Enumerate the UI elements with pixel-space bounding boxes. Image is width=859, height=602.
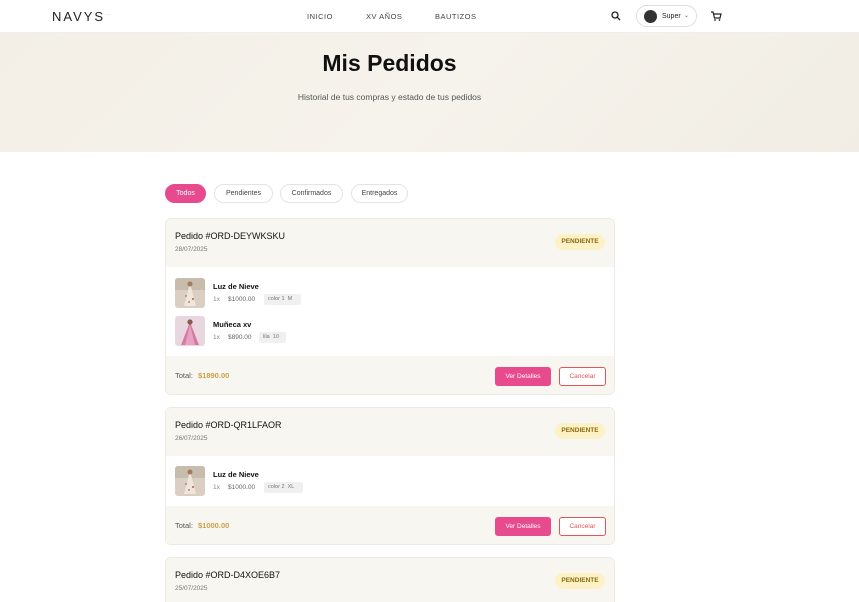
nav-item-inicio[interactable]: INICIO: [307, 12, 333, 21]
order-footer: Total: $1000.00 Ver Detalles Cancelar: [166, 506, 614, 544]
order-item: Luz de Nieve 1x $1000.00 color 2 XL: [175, 466, 595, 498]
product-quantity: 1x: [213, 484, 220, 491]
order-card: Pedido #ORD-D4XOE6B7 25/07/2025 PENDIENT…: [165, 557, 615, 602]
site-header: NAVYS ᐧᐧ ᐧᐧ INICIO XV AÑOS BAUTIZOS Supe…: [0, 0, 859, 33]
status-badge: PENDIENTE: [555, 423, 605, 439]
variant-chip: color 2 XL: [264, 482, 303, 493]
product-thumbnail[interactable]: [175, 278, 205, 308]
product-name[interactable]: Luz de Nieve: [213, 282, 259, 291]
search-icon[interactable]: [610, 10, 622, 22]
total-label: Total:: [175, 521, 193, 530]
view-details-button[interactable]: Ver Detalles: [495, 367, 551, 386]
cancel-order-button[interactable]: Cancelar: [559, 517, 606, 536]
logo-decoration: ᐧᐧ ᐧᐧ: [98, 12, 113, 19]
order-date: 25/07/2025: [175, 585, 208, 592]
order-date: 28/07/2025: [175, 246, 208, 253]
order-date: 26/07/2025: [175, 435, 208, 442]
view-details-button[interactable]: Ver Detalles: [495, 517, 551, 536]
product-price: $1000.00: [228, 296, 256, 303]
order-header: Pedido #ORD-D4XOE6B7 25/07/2025 PENDIENT…: [166, 558, 614, 602]
tab-entregados[interactable]: Entregados: [351, 184, 408, 203]
total-label: Total:: [175, 371, 193, 380]
page-hero: Mis Pedidos Historial de tus compras y e…: [0, 33, 859, 152]
user-name: Super: [662, 13, 681, 20]
product-thumbnail[interactable]: [175, 466, 205, 496]
product-thumbnail[interactable]: [175, 316, 205, 346]
order-card: Pedido #ORD-QR1LFAOR 26/07/2025 PENDIENT…: [165, 407, 615, 545]
product-quantity: 1x: [213, 296, 220, 303]
variant-chip: color 1 M: [264, 294, 301, 305]
order-footer: Total: $1890.00 Ver Detalles Cancelar: [166, 356, 614, 394]
status-badge: PENDIENTE: [555, 573, 605, 589]
order-header: Pedido #ORD-QR1LFAOR 26/07/2025 PENDIENT…: [166, 408, 614, 456]
order-item: Muñeca xv 1x $890.00 lila 10: [175, 316, 595, 348]
product-name[interactable]: Muñeca xv: [213, 320, 251, 329]
variant-chip: lila 10: [259, 332, 286, 343]
order-card: Pedido #ORD-DEYWKSKU 28/07/2025 PENDIENT…: [165, 218, 615, 395]
variant-color: lila: [263, 334, 270, 340]
order-total: $1890.00: [198, 371, 230, 380]
product-name[interactable]: Luz de Nieve: [213, 470, 259, 479]
cart-icon[interactable]: [710, 10, 722, 22]
cancel-order-button[interactable]: Cancelar: [559, 367, 606, 386]
tab-confirmados[interactable]: Confirmados: [280, 184, 343, 203]
tab-todos[interactable]: Todos: [165, 184, 206, 203]
nav-item-bautizos[interactable]: BAUTIZOS: [435, 12, 477, 21]
order-id: Pedido #ORD-QR1LFAOR: [175, 420, 282, 430]
status-badge: PENDIENTE: [555, 234, 605, 250]
variant-size: XL: [287, 484, 295, 490]
nav-item-xv-anos[interactable]: XV AÑOS: [366, 12, 402, 21]
tab-pendientes[interactable]: Pendientes: [214, 184, 273, 203]
order-id: Pedido #ORD-D4XOE6B7: [175, 570, 281, 580]
page-title: Mis Pedidos: [322, 50, 457, 76]
order-header: Pedido #ORD-DEYWKSKU 28/07/2025 PENDIENT…: [166, 219, 614, 267]
user-menu-button[interactable]: Super ⌄: [636, 5, 697, 27]
variant-size: 10: [272, 334, 279, 340]
product-price: $1000.00: [228, 484, 256, 491]
variant-color: color 1: [268, 296, 285, 302]
avatar: [644, 10, 657, 23]
chevron-down-icon: ⌄: [684, 13, 690, 19]
variant-size: M: [287, 296, 293, 302]
variant-color: color 2: [268, 484, 285, 490]
order-id: Pedido #ORD-DEYWKSKU: [175, 231, 286, 241]
product-price: $890.00: [228, 334, 252, 341]
page-subtitle: Historial de tus compras y estado de tus…: [297, 92, 482, 102]
order-total: $1000.00: [198, 521, 230, 530]
product-quantity: 1x: [213, 334, 220, 341]
order-item: Luz de Nieve 1x $1000.00 color 1 M: [175, 278, 595, 310]
